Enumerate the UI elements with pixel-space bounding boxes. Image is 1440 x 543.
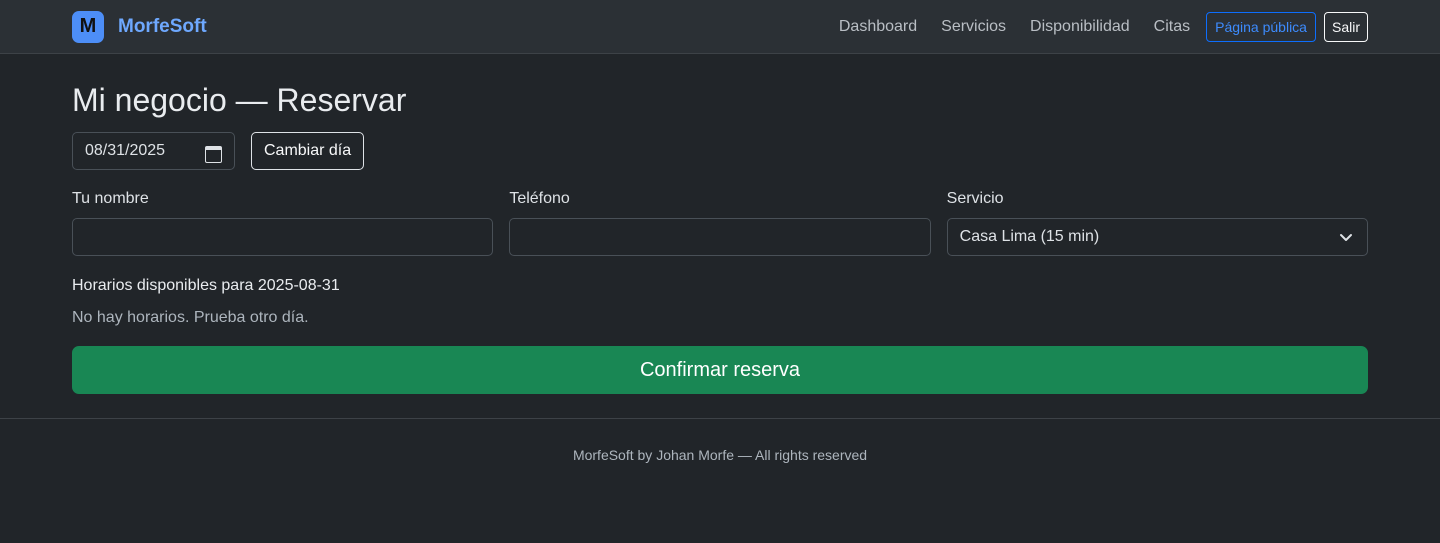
nav-link-disponibilidad[interactable]: Disponibilidad [1030,18,1130,36]
confirm-booking-button[interactable]: Confirmar reserva [72,346,1368,394]
logout-button[interactable]: Salir [1323,11,1368,42]
nav-link-servicios[interactable]: Servicios [941,18,1006,36]
brand-link[interactable]: M MorfeSoft [72,10,207,43]
service-select[interactable]: Casa Lima (15 min) [946,218,1368,256]
navbar: M MorfeSoft Dashboard Servicios Disponib… [0,0,1440,54]
date-row: 08/31/2025 Cambiar día [72,132,1368,170]
booking-form: Tu nombre Teléfono Servicio Casa Lima (1… [72,190,1368,256]
main-content: Mi negocio — Reservar 08/31/2025 Cambiar… [0,80,1440,394]
slots-empty-message: No hay horarios. Prueba otro día. [72,309,309,326]
nav-links: Dashboard Servicios Disponibilidad Citas… [815,11,1368,42]
slots-heading: Horarios disponibles para 2025-08-31 [72,277,340,294]
service-label: Servicio [946,190,1004,207]
date-value: 08/31/2025 [85,142,166,159]
nav-link-dashboard[interactable]: Dashboard [839,18,917,36]
chevron-down-icon [1339,234,1352,241]
phone-input[interactable] [509,218,931,256]
service-group: Servicio Casa Lima (15 min) [946,190,1368,256]
date-input[interactable]: 08/31/2025 [72,132,235,170]
public-page-button[interactable]: Página pública [1206,11,1316,42]
brand-name: MorfeSoft [118,15,207,37]
service-selected-value: Casa Lima (15 min) [959,228,1100,245]
footer-text: MorfeSoft by Johan Morfe — All rights re… [572,447,868,463]
nav-link-citas[interactable]: Citas [1154,18,1190,36]
name-input[interactable] [72,218,494,256]
calendar-icon[interactable] [205,144,222,163]
change-day-button[interactable]: Cambiar día [251,132,365,170]
brand-logo-icon: M [72,10,104,43]
page-title: Mi negocio — Reservar [72,82,407,118]
phone-group: Teléfono [509,190,931,256]
name-label: Tu nombre [72,190,149,207]
phone-label: Teléfono [509,190,570,207]
footer: MorfeSoft by Johan Morfe — All rights re… [0,418,1440,463]
name-group: Tu nombre [72,190,494,256]
